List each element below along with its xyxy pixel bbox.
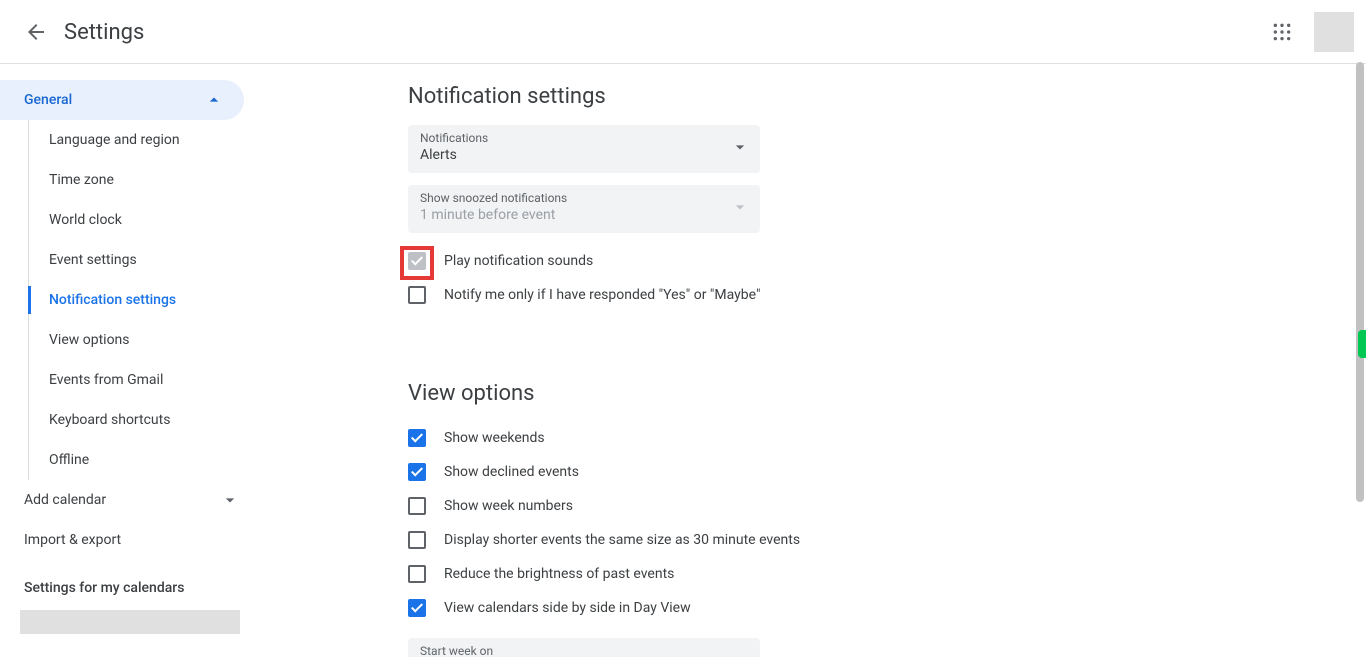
play-sounds-row: Play notification sounds: [408, 245, 1040, 277]
back-button[interactable]: [16, 12, 56, 52]
notify-only-yes-maybe-checkbox[interactable]: [408, 286, 426, 304]
view-option-checkbox[interactable]: [408, 497, 426, 515]
chevron-down-icon: [220, 490, 240, 510]
select-value: Alerts: [420, 145, 748, 165]
select-label: Show snoozed notifications: [420, 191, 748, 205]
sidebar-item-notification-settings[interactable]: Notification settings: [29, 280, 260, 320]
scrollbar[interactable]: [1356, 62, 1364, 502]
view-option-row: Reduce the brightness of past events: [408, 558, 1040, 590]
snoozed-notifications-select[interactable]: Show snoozed notifications 1 minute befo…: [408, 185, 760, 233]
sidebar-group-add-calendar[interactable]: Add calendar: [0, 480, 260, 520]
sidebar-item-keyboard-shortcuts[interactable]: Keyboard shortcuts: [29, 400, 260, 440]
header: Settings: [0, 0, 1366, 64]
sidebar-group-general[interactable]: General: [0, 80, 244, 120]
view-option-label: Display shorter events the same size as …: [444, 532, 800, 548]
dropdown-arrow-icon: [730, 650, 750, 657]
view-option-checkbox[interactable]: [408, 565, 426, 583]
view-option-label: Reduce the brightness of past events: [444, 566, 674, 582]
sidebar-item-events-from-gmail[interactable]: Events from Gmail: [29, 360, 260, 400]
view-option-row: Show weekends: [408, 422, 1040, 454]
select-label: Start week on: [420, 644, 748, 657]
sidebar-item-event-settings[interactable]: Event settings: [29, 240, 260, 280]
sidebar-sublist: Language and region Time zone World cloc…: [28, 120, 260, 480]
sidebar: General Language and region Time zone Wo…: [0, 64, 260, 657]
view-option-checkbox[interactable]: [408, 463, 426, 481]
section-title-notification: Notification settings: [408, 84, 1040, 109]
section-title-view-options: View options: [408, 381, 1040, 406]
content-area: Notification settings Notifications Aler…: [260, 64, 1366, 657]
side-panel-tab[interactable]: [1358, 330, 1366, 358]
view-option-label: Show weekends: [444, 430, 545, 446]
view-option-checkbox[interactable]: [408, 531, 426, 549]
view-option-label: Show week numbers: [444, 498, 573, 514]
select-label: Notifications: [420, 131, 748, 145]
account-avatar[interactable]: [1314, 12, 1354, 52]
select-value: 1 minute before event: [420, 205, 748, 225]
notify-only-yes-maybe-label: Notify me only if I have responded "Yes"…: [444, 287, 760, 303]
view-option-checkbox[interactable]: [408, 429, 426, 447]
sidebar-section-my-calendars: Settings for my calendars: [0, 560, 260, 606]
view-option-row: View calendars side by side in Day View: [408, 592, 1040, 624]
sidebar-item-view-options[interactable]: View options: [29, 320, 260, 360]
view-option-row: Show declined events: [408, 456, 1040, 488]
sidebar-group-label: General: [24, 92, 72, 108]
view-option-row: Show week numbers: [408, 490, 1040, 522]
play-sounds-label: Play notification sounds: [444, 253, 593, 269]
play-sounds-checkbox: [408, 252, 426, 270]
start-week-select[interactable]: Start week on Sunday: [408, 638, 760, 657]
sidebar-item-world-clock[interactable]: World clock: [29, 200, 260, 240]
dropdown-arrow-icon: [730, 197, 750, 221]
notify-only-yes-maybe-row: Notify me only if I have responded "Yes"…: [408, 279, 1040, 311]
notifications-select[interactable]: Notifications Alerts: [408, 125, 760, 173]
sidebar-item-offline[interactable]: Offline: [29, 440, 260, 480]
sidebar-item-label: Add calendar: [24, 492, 106, 508]
chevron-up-icon: [204, 90, 224, 110]
page-title: Settings: [64, 20, 144, 45]
arrow-back-icon: [24, 20, 48, 44]
sidebar-item-language-region[interactable]: Language and region: [29, 120, 260, 160]
view-option-checkbox[interactable]: [408, 599, 426, 617]
view-option-row: Display shorter events the same size as …: [408, 524, 1040, 556]
sidebar-item-time-zone[interactable]: Time zone: [29, 160, 260, 200]
dropdown-arrow-icon: [730, 137, 750, 161]
view-option-label: Show declined events: [444, 464, 579, 480]
calendar-placeholder: [20, 610, 240, 634]
sidebar-item-label: Import & export: [24, 532, 121, 548]
sidebar-item-import-export[interactable]: Import & export: [0, 520, 260, 560]
google-apps-button[interactable]: [1262, 12, 1302, 52]
apps-grid-icon: [1272, 22, 1292, 42]
view-option-label: View calendars side by side in Day View: [444, 600, 691, 616]
